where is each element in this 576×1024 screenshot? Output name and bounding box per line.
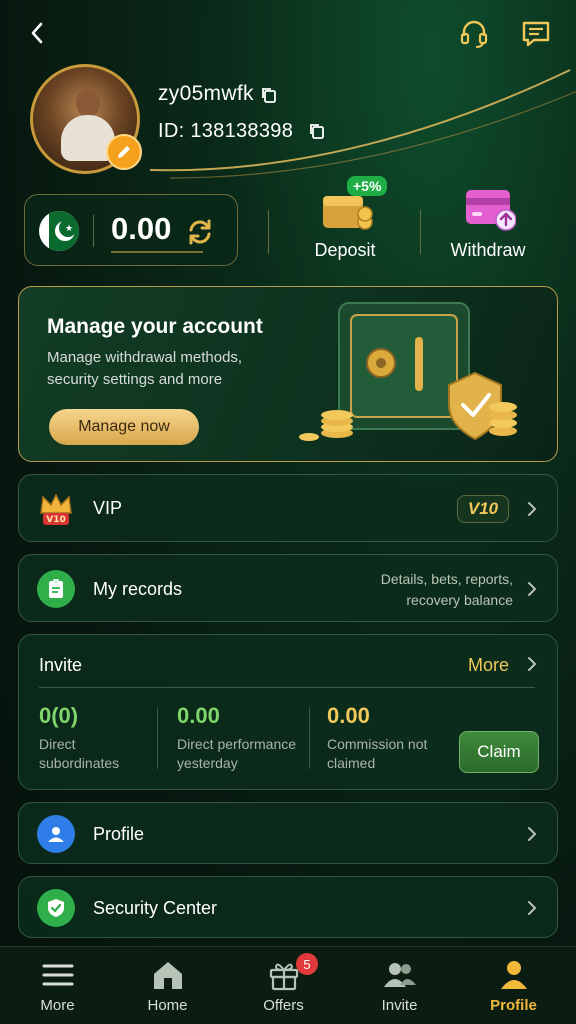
stat-caption-line: Direct (39, 736, 76, 752)
copy-icon[interactable] (260, 86, 278, 104)
deposit-bonus-badge: +5% (347, 176, 388, 196)
deposit-button[interactable]: +5% Deposit (285, 176, 405, 268)
vip-label: VIP (93, 498, 123, 518)
card-withdraw-icon (466, 190, 516, 231)
invite-title: Invite (39, 655, 83, 675)
stat-caption-line: Commission not (327, 736, 428, 752)
vip-level-badge: V10 (457, 495, 509, 523)
home-icon (154, 962, 182, 989)
balance-underline (111, 251, 203, 253)
manage-description: Manage withdrawal methods, security sett… (47, 349, 243, 388)
invite-card: Invite More 0(0) Direct subordinates 0.0… (18, 634, 558, 790)
stat-caption: Direct performance yesterday (177, 735, 296, 773)
stat-caption-line: subordinates (39, 755, 120, 771)
stat-caption-line: claimed (327, 755, 376, 771)
withdraw-label: Withdraw (450, 240, 526, 260)
username: zy05mwfk (158, 82, 254, 105)
profile-header: zy05mwfk ID: 138138398 (30, 64, 550, 174)
profile-label: Profile (93, 824, 145, 844)
person-icon (501, 961, 527, 989)
stat-divider (157, 707, 158, 769)
stat-performance: 0.00 Direct performance yesterday (177, 703, 296, 773)
profile-row[interactable]: Profile (18, 802, 558, 864)
person-circle-icon (37, 815, 75, 853)
copy-icon[interactable] (308, 122, 326, 140)
claim-button[interactable]: Claim (459, 731, 539, 773)
chevron-right-icon (528, 582, 537, 596)
balance-card: ★ 0.00 (24, 194, 238, 266)
nav-label: Profile (490, 997, 537, 1014)
invite-divider (39, 687, 535, 688)
chevron-right-icon (528, 502, 537, 516)
stat-value: 0.00 (327, 703, 370, 728)
stat-subordinates: 0(0) Direct subordinates (39, 703, 119, 773)
nav-label: Home (147, 997, 188, 1014)
chevron-right-icon (528, 901, 537, 915)
shield-check-icon (37, 889, 75, 927)
my-records-row[interactable]: My records Details, bets, reports, recov… (18, 554, 558, 622)
safe-illustration (299, 302, 517, 441)
refresh-icon[interactable] (185, 217, 215, 247)
stat-caption: Commission not claimed (327, 735, 427, 773)
action-divider (268, 210, 269, 254)
vip-row[interactable]: V10 VIP V10 (18, 474, 558, 542)
back-button[interactable] (22, 18, 52, 48)
message-icon (522, 21, 550, 47)
balance-amount: 0.00 (111, 211, 172, 246)
nav-label: Offers (263, 997, 304, 1014)
manage-title: Manage your account (47, 315, 263, 338)
crown-icon: V10 (40, 493, 72, 525)
pakistan-flag-icon: ★ (39, 211, 79, 251)
stat-commission: 0.00 Commission not claimed (327, 703, 427, 773)
stat-caption-line: yesterday (177, 755, 238, 771)
crown-level-text: V10 (46, 515, 66, 525)
avatar-head (76, 89, 100, 117)
nav-profile[interactable]: Profile (456, 947, 571, 1024)
users-icon (384, 963, 416, 987)
security-center-row[interactable]: Security Center (18, 876, 558, 938)
stat-value: 0(0) (39, 703, 79, 728)
records-note: Details, bets, reports, recovery balance (381, 569, 513, 611)
records-icon (37, 570, 75, 608)
chevron-left-icon (31, 22, 43, 44)
records-label: My records (93, 579, 183, 599)
nav-offers[interactable]: 5 Offers (226, 947, 341, 1024)
stat-caption-line: Direct performance (177, 736, 297, 752)
edit-avatar-button[interactable] (106, 134, 142, 170)
stat-caption: Direct subordinates (39, 735, 119, 773)
bottom-nav: More Home 5 Offers Invite Profile (0, 946, 576, 1024)
top-bar (0, 0, 576, 68)
pencil-icon (118, 146, 130, 158)
stat-value: 0.00 (177, 703, 220, 728)
chevron-right-icon[interactable] (525, 655, 539, 673)
invite-more-link[interactable]: More (468, 655, 509, 676)
user-id: ID: 138138398 (158, 120, 294, 142)
manage-now-button[interactable]: Manage now (49, 409, 199, 445)
message-button[interactable] (518, 16, 554, 52)
menu-icon (42, 964, 74, 986)
nav-more[interactable]: More (0, 947, 115, 1024)
nav-label: More (40, 997, 75, 1014)
records-note-line1: Details, bets, reports, (380, 571, 513, 587)
manage-account-card: Manage your account Manage withdrawal me… (18, 286, 558, 462)
headset-icon (460, 20, 488, 48)
nav-invite[interactable]: Invite (342, 947, 457, 1024)
nav-label: Invite (381, 997, 418, 1014)
chevron-right-icon (528, 827, 537, 841)
security-label: Security Center (93, 898, 218, 918)
support-button[interactable] (456, 16, 492, 52)
withdraw-button[interactable]: Withdraw (428, 182, 548, 268)
offers-badge: 5 (296, 953, 318, 975)
records-note-line2: recovery balance (406, 592, 513, 608)
nav-home[interactable]: Home (110, 947, 225, 1024)
balance-divider (93, 215, 94, 247)
action-divider (420, 210, 421, 254)
stat-divider (309, 707, 310, 769)
deposit-label: Deposit (314, 240, 376, 260)
